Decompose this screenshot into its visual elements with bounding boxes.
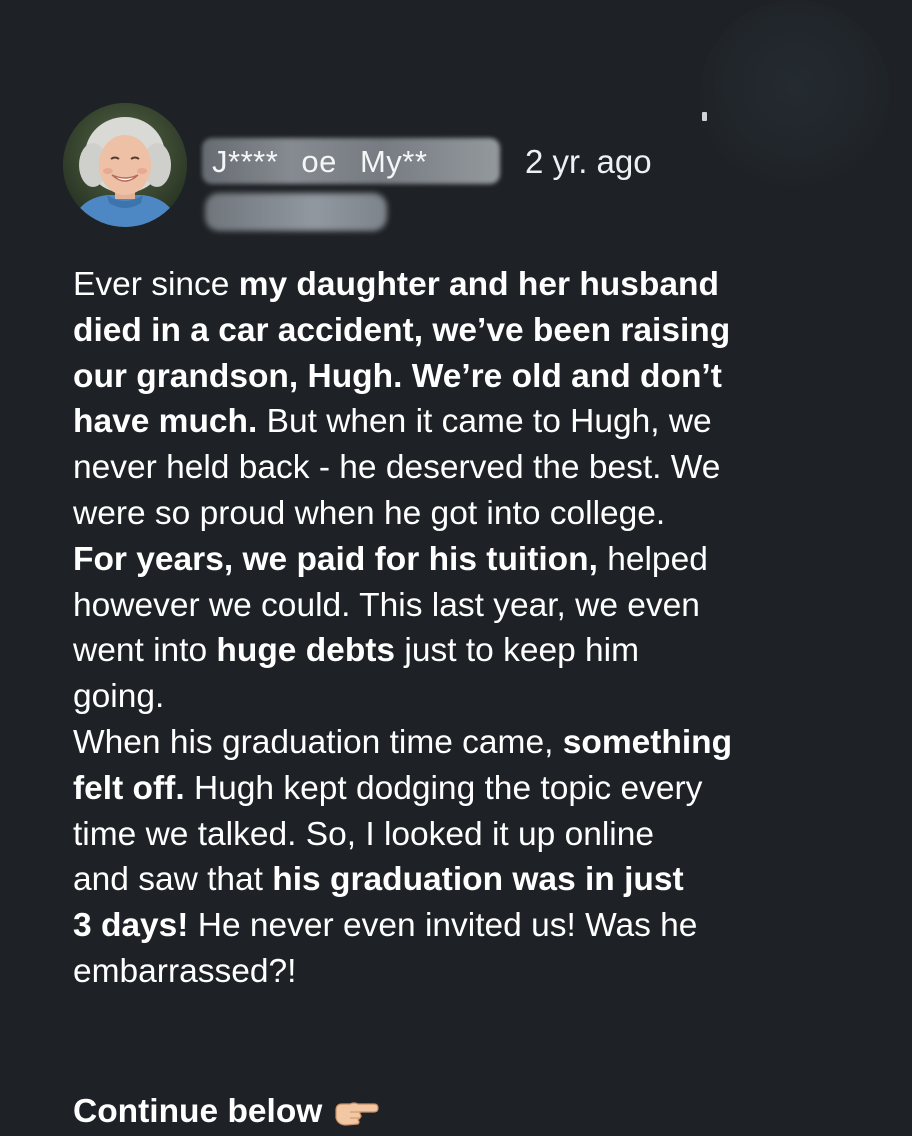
post-text-line: For years, we paid for his tuition, help… bbox=[73, 537, 873, 583]
text-segment: just to keep him bbox=[395, 632, 639, 670]
post-timestamp: 2 yr. ago bbox=[525, 143, 652, 180]
post-text-line: Ever since my daughter and her husband bbox=[73, 262, 873, 308]
text-segment: going. bbox=[73, 678, 165, 716]
bold-text-segment: For years, we paid for his tuition, bbox=[73, 540, 598, 578]
text-segment: never held back - he deserved the best. … bbox=[73, 449, 721, 487]
avatar[interactable] bbox=[63, 103, 187, 227]
redacted-subtitle bbox=[205, 193, 387, 231]
post-text-line: died in a car accident, we’ve been raisi… bbox=[73, 308, 873, 354]
text-segment: were so proud when he got into college. bbox=[73, 494, 666, 532]
text-segment: He never even invited us! Was he bbox=[188, 907, 698, 945]
text-segment: time we talked. So, I looked it up onlin… bbox=[73, 815, 654, 853]
post-text-line: embarrassed?! bbox=[73, 949, 873, 995]
background-blur-shape bbox=[700, 0, 890, 190]
bold-text-segment: huge debts bbox=[216, 632, 396, 670]
post-text-line: went into huge debts just to keep him bbox=[73, 628, 873, 674]
post-text-line: 3 days! He never even invited us! Was he bbox=[73, 903, 873, 949]
post-text-line: our grandson, Hugh. We’re old and don’t bbox=[73, 354, 873, 400]
bold-text-segment: his graduation was in just bbox=[272, 861, 684, 899]
continue-label: Continue below bbox=[73, 1093, 323, 1130]
bold-text-segment: have much. bbox=[73, 403, 258, 441]
bold-text-segment: our grandson, Hugh. We’re old and don’t bbox=[73, 357, 722, 395]
post-text-line: however we could. This last year, we eve… bbox=[73, 583, 873, 629]
text-segment: helped bbox=[597, 540, 708, 578]
post-text: Ever since my daughter and her husband di… bbox=[73, 262, 873, 995]
bold-text-segment: my daughter and her husband bbox=[238, 266, 719, 303]
post-text-line: and saw that his graduation was in just bbox=[73, 857, 873, 903]
status-dot bbox=[702, 112, 707, 121]
continue-below-link[interactable]: Continue below bbox=[73, 1093, 380, 1131]
text-segment: and saw that bbox=[73, 861, 273, 899]
bold-text-segment: 3 days! bbox=[73, 907, 189, 945]
pointing-right-hand-icon bbox=[330, 1096, 380, 1128]
text-segment: Ever since bbox=[73, 266, 239, 303]
text-segment: went into bbox=[73, 632, 217, 670]
post-text-line: were so proud when he got into college. bbox=[73, 491, 873, 537]
username-redacted[interactable]: J**** oe My** bbox=[202, 138, 500, 184]
text-segment: When his graduation time came, bbox=[73, 723, 563, 761]
text-segment: But when it came to Hugh, we bbox=[257, 403, 712, 441]
text-segment: however we could. This last year, we eve… bbox=[73, 586, 700, 624]
bold-text-segment: felt off. bbox=[73, 769, 185, 807]
avatar-photo bbox=[63, 103, 187, 227]
post-text-line: felt off. Hugh kept dodging the topic ev… bbox=[73, 766, 873, 812]
text-segment: Hugh kept dodging the topic every bbox=[184, 769, 703, 807]
text-segment: embarrassed?! bbox=[73, 952, 297, 990]
username: J**** oe My** bbox=[212, 144, 428, 179]
bold-text-segment: died in a car accident, we’ve been raisi… bbox=[73, 311, 731, 349]
post-text-line: have much. But when it came to Hugh, we bbox=[73, 399, 873, 445]
bold-text-segment: something bbox=[562, 723, 733, 761]
post-text-line: When his graduation time came, something bbox=[73, 720, 873, 766]
post-text-line: never held back - he deserved the best. … bbox=[73, 445, 873, 491]
post-text-line: time we talked. So, I looked it up onlin… bbox=[73, 812, 873, 858]
post-text-line: going. bbox=[73, 674, 873, 720]
